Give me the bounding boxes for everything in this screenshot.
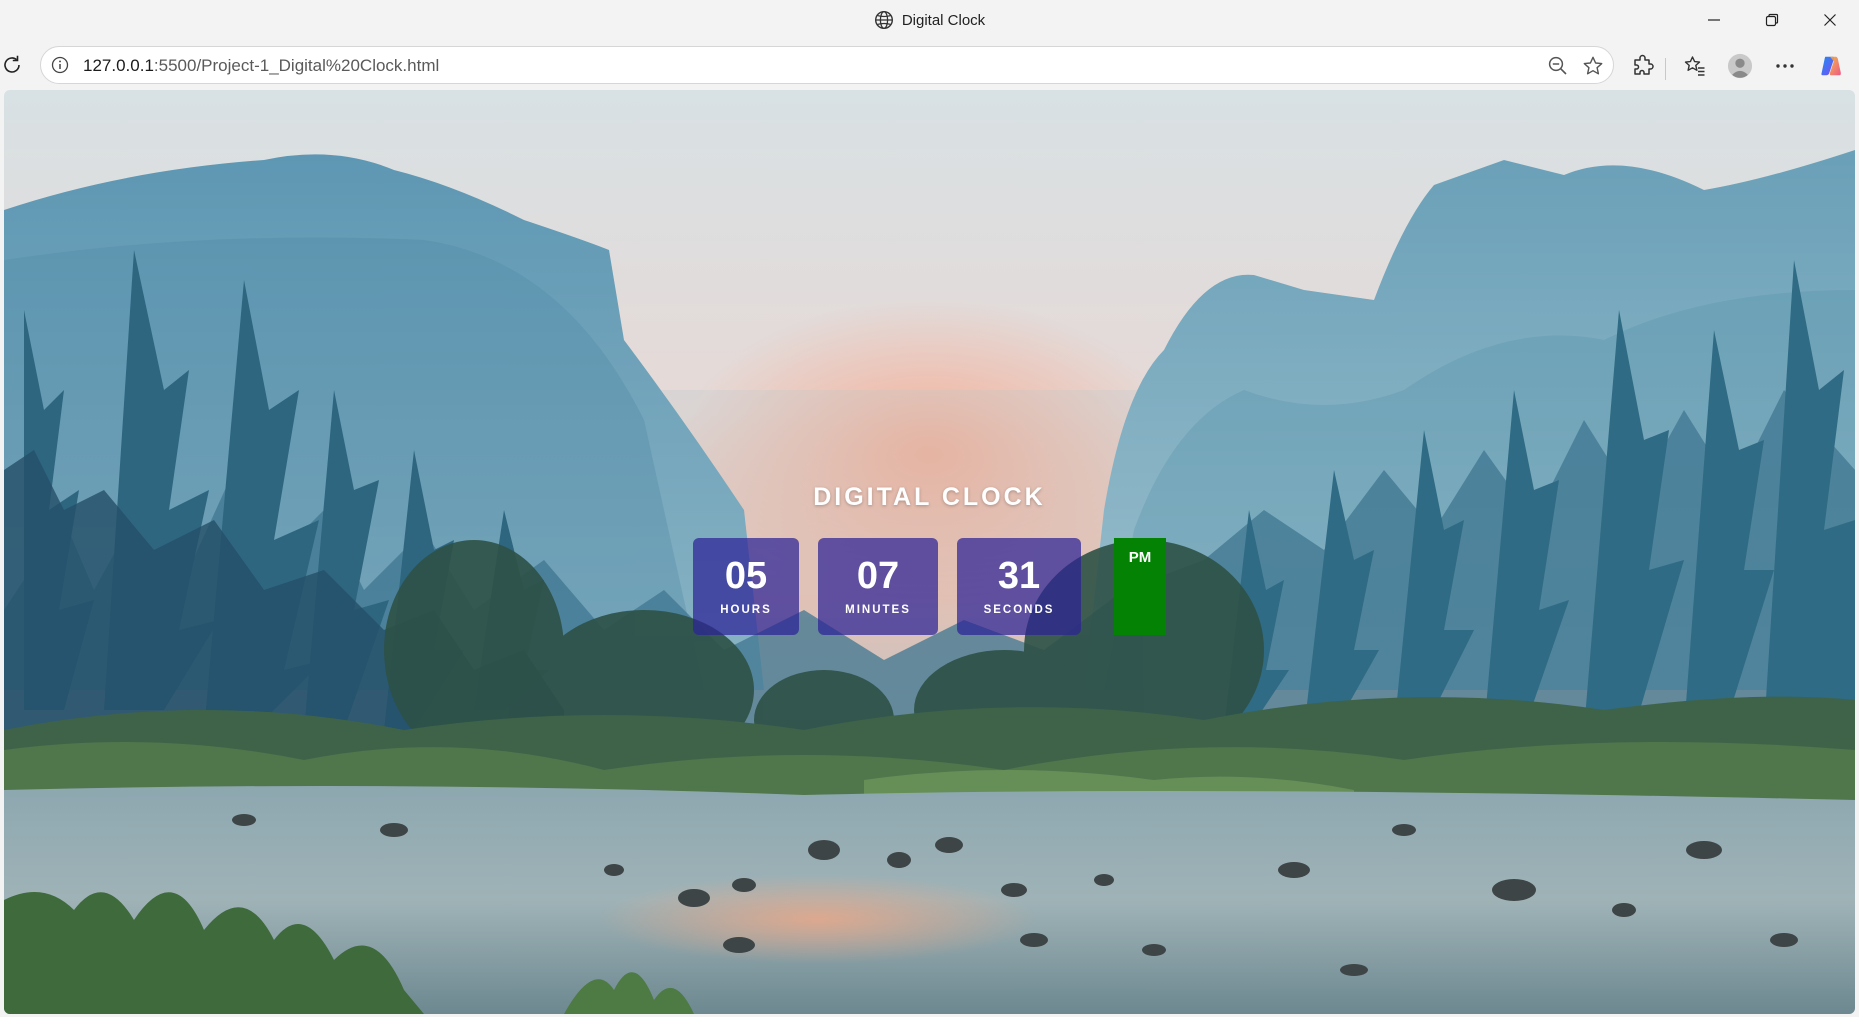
copilot-icon (1821, 56, 1841, 76)
copilot-button[interactable] (1818, 53, 1844, 79)
ampm-indicator: PM (1114, 538, 1166, 635)
close-button[interactable] (1801, 0, 1859, 40)
minutes-value: 07 (856, 555, 900, 597)
profile-avatar-icon (1727, 53, 1753, 79)
address-url[interactable]: 127.0.0.1:5500/Project-1_Digital%20Clock… (83, 56, 439, 76)
favorites-icon (1684, 56, 1705, 76)
seconds-box: 31 SECONDS (957, 538, 1081, 635)
globe-icon (874, 10, 893, 30)
minimize-button[interactable] (1685, 0, 1743, 40)
profile-button[interactable] (1727, 53, 1753, 79)
clock-title: DIGITAL CLOCK (813, 483, 1046, 511)
minimize-icon (1708, 19, 1720, 21)
more-options-icon (1776, 64, 1794, 68)
url-host: 127.0.0.1 (83, 56, 154, 75)
minutes-box: 07 MINUTES (818, 538, 938, 635)
reload-icon (4, 55, 20, 73)
extensions-button[interactable] (1630, 53, 1656, 79)
hours-box: 05 HOURS (693, 538, 799, 635)
extensions-icon (1634, 54, 1654, 75)
favorites-button[interactable] (1682, 53, 1708, 79)
reload-button[interactable] (0, 53, 24, 77)
window-title: Digital Clock (901, 11, 986, 29)
browser-toolbar: 127.0.0.1:5500/Project-1_Digital%20Clock… (0, 40, 1859, 90)
zoom-out-icon[interactable] (1547, 55, 1569, 77)
seconds-value: 31 (997, 555, 1041, 597)
seconds-label: SECONDS (983, 604, 1055, 616)
url-path: :5500/Project-1_Digital%20Clock.html (153, 56, 440, 75)
restore-icon (1765, 13, 1779, 27)
favorite-star-icon[interactable] (1582, 55, 1604, 77)
restore-button[interactable] (1743, 0, 1801, 40)
page-viewport: DIGITAL CLOCK 05 HOURS 07 MINUTES 31 SEC… (4, 90, 1855, 1014)
toolbar-separator (1665, 58, 1666, 80)
hours-label: HOURS (720, 604, 772, 616)
window-controls (1685, 0, 1859, 40)
window-title-group: Digital Clock (0, 10, 1859, 30)
window-titlebar: Digital Clock (0, 0, 1859, 40)
hours-value: 05 (724, 555, 768, 597)
minutes-label: MINUTES (845, 604, 911, 616)
more-options-button[interactable] (1772, 53, 1798, 79)
site-info-icon[interactable] (51, 56, 69, 74)
address-bar[interactable]: 127.0.0.1:5500/Project-1_Digital%20Clock… (40, 46, 1614, 84)
close-icon (1824, 14, 1836, 26)
